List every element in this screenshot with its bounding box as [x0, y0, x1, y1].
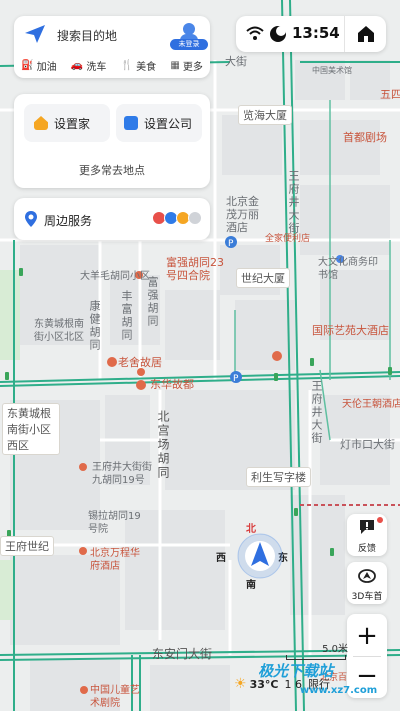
map-label: 锡拉胡同19号院	[88, 511, 141, 535]
map-label: 富强胡同23号四合院	[166, 256, 224, 282]
map-label: 首都剧场	[343, 131, 387, 144]
zoom-in-button[interactable]: +	[347, 618, 387, 654]
set-company-button[interactable]: 设置公司	[116, 104, 202, 142]
map-label: 灯市口大街	[340, 438, 395, 451]
home-icon	[34, 116, 48, 130]
map-label: 王府井大街	[287, 170, 300, 235]
scale-bar: 5.0米	[286, 640, 348, 660]
food-icon: 🍴	[120, 59, 134, 71]
map-label: 天伦王朝酒店	[342, 399, 400, 410]
notification-dot	[377, 517, 383, 523]
car-heading-icon	[358, 569, 376, 583]
map-label: 王府井大街	[310, 380, 323, 445]
watermark-logo: 极光下载站	[258, 662, 334, 680]
map-label: 王府世纪	[0, 536, 54, 556]
map-label: 东黄城根南街小区北区	[34, 319, 84, 343]
navigation-arrow-icon	[25, 25, 45, 43]
compass-west: 西	[216, 553, 226, 564]
map-label: 东黄城根南街小区西区	[2, 403, 60, 455]
company-icon	[124, 116, 138, 130]
map-label: 富强胡同	[146, 276, 159, 328]
status-panel: 13:54	[236, 16, 386, 52]
scale-label: 5.0米	[322, 644, 348, 655]
quick-action-car-wash[interactable]: 🚗 洗车	[71, 58, 106, 73]
quick-action-label: 洗车	[86, 61, 107, 73]
map-label: 大羊毛胡同小区	[80, 271, 150, 282]
grid-icon: ▦	[170, 59, 180, 71]
feedback-button[interactable]: 反馈	[347, 514, 387, 556]
map-label: 世纪大厦	[236, 268, 290, 288]
service-icon-more	[188, 211, 202, 225]
map-label: 北宫场胡同	[156, 410, 170, 480]
map-label: 国际艺苑大酒店	[312, 324, 389, 337]
map-label: 览海大厦	[238, 105, 292, 125]
feedback-label: 反馈	[357, 544, 376, 554]
set-company-label: 设置公司	[144, 116, 193, 131]
map-label: 王府井大街街九胡同19号	[92, 462, 152, 486]
avatar[interactable]: 未登录	[170, 22, 208, 50]
search-panel: 搜索目的地 未登录 ⛽ 加油 🚗 洗车 🍴 美食 ▦ 更多	[14, 16, 210, 78]
current-location-marker[interactable]	[236, 532, 284, 580]
search-input[interactable]: 搜索目的地	[57, 27, 117, 44]
map-label: 北京万程华府酒店	[90, 548, 140, 572]
car-wash-icon: 🚗	[70, 59, 84, 71]
park-area	[0, 270, 20, 360]
clock: 13:54	[292, 24, 340, 42]
moon-icon	[270, 26, 286, 42]
map-label: 中国美术馆	[312, 66, 352, 75]
nearby-services-label: 周边服务	[44, 214, 93, 228]
search-bar[interactable]: 搜索目的地 未登录	[14, 16, 210, 52]
quick-action-food[interactable]: 🍴 美食	[121, 58, 156, 73]
map-label: 大街	[225, 55, 247, 68]
map-label: 中国儿童艺术剧院	[90, 685, 140, 709]
quick-actions: ⛽ 加油 🚗 洗车 🍴 美食 ▦ 更多	[14, 54, 210, 76]
frequent-places-panel: 设置家 设置公司 更多常去地点	[14, 94, 210, 188]
sun-cloud-icon: ☀	[234, 676, 247, 692]
watermark-url: www.xz7.com	[300, 685, 378, 696]
quick-action-gas[interactable]: ⛽ 加油	[21, 58, 56, 73]
quick-action-label: 美食	[136, 61, 157, 73]
map-label: 老舍故居	[118, 356, 162, 369]
view-mode-button[interactable]: 3D车首	[347, 562, 387, 604]
set-home-label: 设置家	[54, 116, 91, 131]
map-label: 五四	[380, 88, 400, 101]
view-mode-label: 3D车首	[351, 592, 383, 602]
map-label: 北京金茂万丽酒店	[226, 195, 259, 234]
map-label: 康健胡同	[88, 300, 101, 352]
quick-action-label: 加油	[36, 61, 57, 73]
nearby-service-icons	[152, 211, 202, 225]
car-arrow-icon	[237, 533, 283, 579]
home-icon[interactable]	[356, 24, 376, 44]
map-label: 东安门大街	[152, 647, 213, 661]
nearby-services-panel[interactable]: 周边服务	[14, 198, 210, 240]
park-area	[0, 560, 15, 620]
map-label: 丰富胡同	[120, 290, 133, 342]
more-places-link[interactable]: 更多常去地点	[14, 162, 210, 178]
wifi-icon	[246, 26, 264, 40]
feedback-icon	[360, 520, 374, 534]
set-home-button[interactable]: 设置家	[24, 104, 110, 142]
gas-icon: ⛽	[21, 59, 34, 71]
quick-action-label: 更多	[182, 61, 203, 73]
map-label: 大文化商务印书馆	[318, 257, 378, 281]
svg-text:P: P	[228, 239, 234, 249]
location-pin-icon	[25, 211, 37, 227]
map-label: 东华故都	[150, 378, 194, 391]
quick-action-more[interactable]: ▦ 更多	[170, 58, 202, 73]
map-label: 利生写字楼	[246, 467, 311, 487]
svg-text:P: P	[233, 374, 239, 384]
login-status-badge: 未登录	[170, 39, 208, 50]
